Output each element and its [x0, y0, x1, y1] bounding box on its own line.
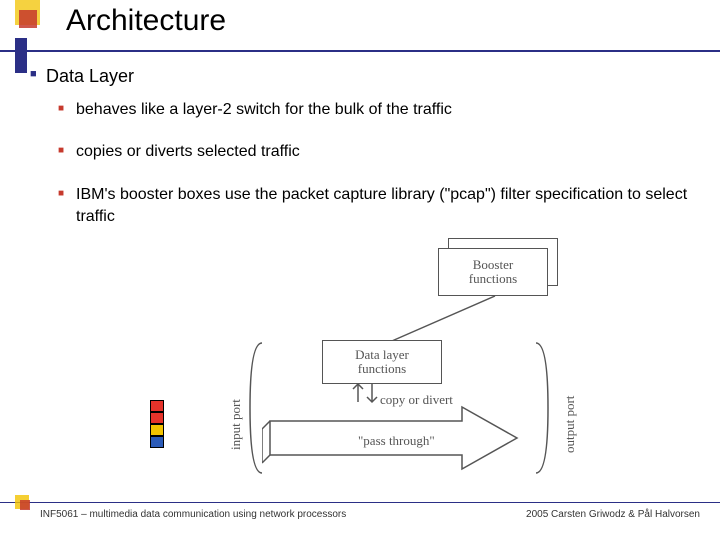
footer-left-text: INF5061 – multimedia data communication … [40, 509, 346, 520]
title-bar: Architecture [0, 0, 720, 52]
footer: INF5061 – multimedia data communication … [0, 502, 720, 526]
output-port-label: output port [562, 396, 578, 453]
bullet-sub2: copies or diverts selected traffic [58, 141, 690, 163]
content-area: Data Layer behaves like a layer-2 switch… [0, 52, 720, 229]
output-port-bracket [530, 338, 560, 478]
slide-title: Architecture [66, 4, 226, 38]
bullet-sub3: IBM's booster boxes use the packet captu… [58, 184, 690, 229]
input-port-bracket [240, 338, 270, 478]
architecture-diagram: Booster functions Data layer functions c… [200, 238, 620, 488]
bullet-sub1: behaves like a layer-2 switch for the bu… [58, 99, 690, 121]
bullet-level1: Data Layer [30, 66, 690, 87]
legend-swatches [150, 400, 164, 448]
legend-red-swatch-2 [150, 412, 164, 424]
footer-right-text: 2005 Carsten Griwodz & Pål Halvorsen [526, 509, 700, 520]
legend-red-swatch [150, 400, 164, 412]
data-layer-functions-box: Data layer functions [322, 340, 442, 384]
input-port-label: input port [228, 399, 244, 450]
legend-blue-swatch [150, 436, 164, 448]
footer-accent-red [20, 500, 30, 510]
legend-yellow-swatch [150, 424, 164, 436]
booster-functions-box: Booster functions [438, 248, 548, 296]
pass-through-label: "pass through" [358, 433, 435, 449]
